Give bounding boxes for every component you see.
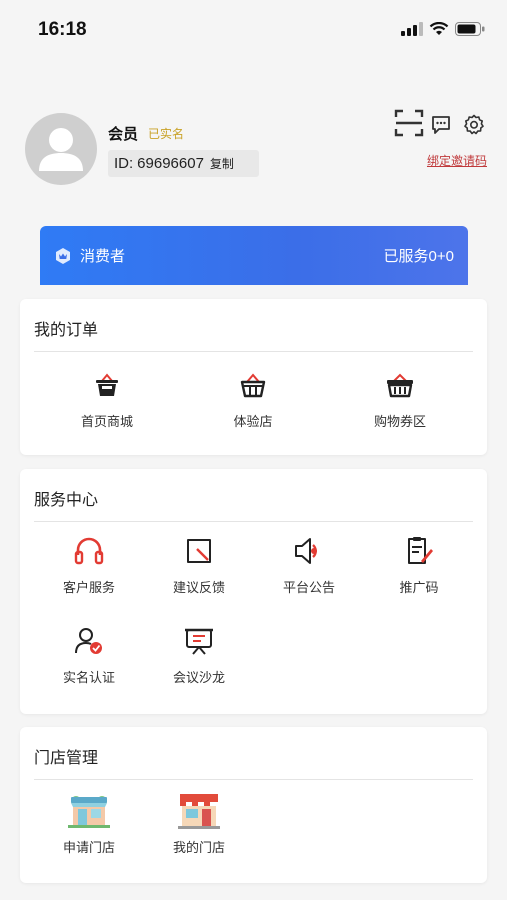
service-item-label: 平台公告 — [282, 580, 335, 595]
basket-icon — [387, 373, 413, 398]
order-item-label: 购物券区 — [373, 414, 426, 429]
divider — [34, 521, 473, 522]
speaker-icon — [295, 538, 317, 564]
status-icons — [401, 22, 485, 36]
consumer-banner[interactable]: 消费者 已服务0+0 — [40, 226, 468, 285]
service-item-label: 实名认证 — [62, 670, 115, 685]
verified-badge: 已实名 — [148, 127, 185, 141]
status-time: 16:18 — [38, 19, 87, 40]
crown-badge-icon — [56, 247, 70, 264]
service-feedback[interactable]: 建议反馈 — [144, 533, 254, 596]
wifi-icon — [429, 22, 449, 35]
store-item-label: 我的门店 — [172, 840, 225, 855]
service-customer-support[interactable]: 客户服务 — [34, 533, 144, 596]
consumer-role: 消费者 — [54, 245, 125, 266]
avatar[interactable] — [25, 113, 97, 185]
copy-button[interactable]: 复制 — [210, 155, 234, 172]
orders-card: 我的订单 首页商城 体验店 购物券区 — [20, 299, 487, 455]
user-avatar-icon — [39, 128, 83, 171]
basket-icon — [96, 373, 118, 396]
consumer-role-label: 消费者 — [80, 248, 126, 265]
status-bar: 16:18 — [0, 0, 507, 60]
service-item-label: 推广码 — [399, 580, 439, 595]
service-center-title: 服务中心 — [34, 492, 99, 509]
storefront-icon — [178, 794, 220, 829]
message-icon[interactable] — [430, 114, 452, 136]
bind-invite-code-link[interactable]: 绑定邀请码 — [427, 152, 487, 169]
user-verified-icon — [75, 628, 102, 654]
member-id-box: ID: 69696607 复制 — [108, 150, 259, 177]
store-apply[interactable]: 申请门店 — [34, 791, 144, 856]
member-id-value: 69696607 — [137, 155, 204, 172]
orders-title: 我的订单 — [34, 322, 99, 339]
order-experience-store[interactable]: 体验店 — [198, 367, 308, 430]
battery-icon — [455, 22, 485, 36]
document-edit-icon — [408, 537, 433, 564]
gear-icon[interactable] — [463, 114, 485, 136]
service-item-label: 客户服务 — [62, 580, 115, 595]
store-icon — [68, 796, 110, 828]
divider — [34, 779, 473, 780]
service-meeting-salon[interactable]: 会议沙龙 — [144, 623, 254, 686]
service-promo-code[interactable]: 推广码 — [364, 533, 474, 596]
order-home-mall[interactable]: 首页商城 — [52, 367, 162, 430]
scan-icon[interactable] — [393, 107, 425, 139]
service-center-card: 服务中心 客户服务 建议反馈 平台公告 推广码 实名认证 会议沙龙 — [20, 469, 487, 714]
headset-icon — [74, 537, 104, 565]
service-stats: 已服务0+0 — [383, 248, 454, 265]
signal-icon — [401, 22, 423, 36]
store-item-label: 申请门店 — [62, 840, 115, 855]
divider — [34, 351, 473, 352]
order-item-label: 首页商城 — [80, 414, 133, 429]
presentation-icon — [185, 628, 213, 655]
store-mine[interactable]: 我的门店 — [144, 791, 254, 856]
order-item-label: 体验店 — [233, 414, 273, 429]
basket-icon — [240, 373, 266, 398]
store-management-card: 门店管理 申请门店 我的门店 — [20, 727, 487, 883]
store-management-title: 门店管理 — [34, 750, 99, 767]
feedback-icon — [187, 539, 211, 563]
member-name: 会员 — [108, 126, 139, 143]
order-coupon-zone[interactable]: 购物券区 — [345, 367, 455, 430]
id-prefix: ID: — [114, 155, 134, 172]
service-item-label: 会议沙龙 — [172, 670, 225, 685]
service-item-label: 建议反馈 — [172, 580, 225, 595]
service-announcement[interactable]: 平台公告 — [254, 533, 364, 596]
service-real-name-verification[interactable]: 实名认证 — [34, 623, 144, 686]
